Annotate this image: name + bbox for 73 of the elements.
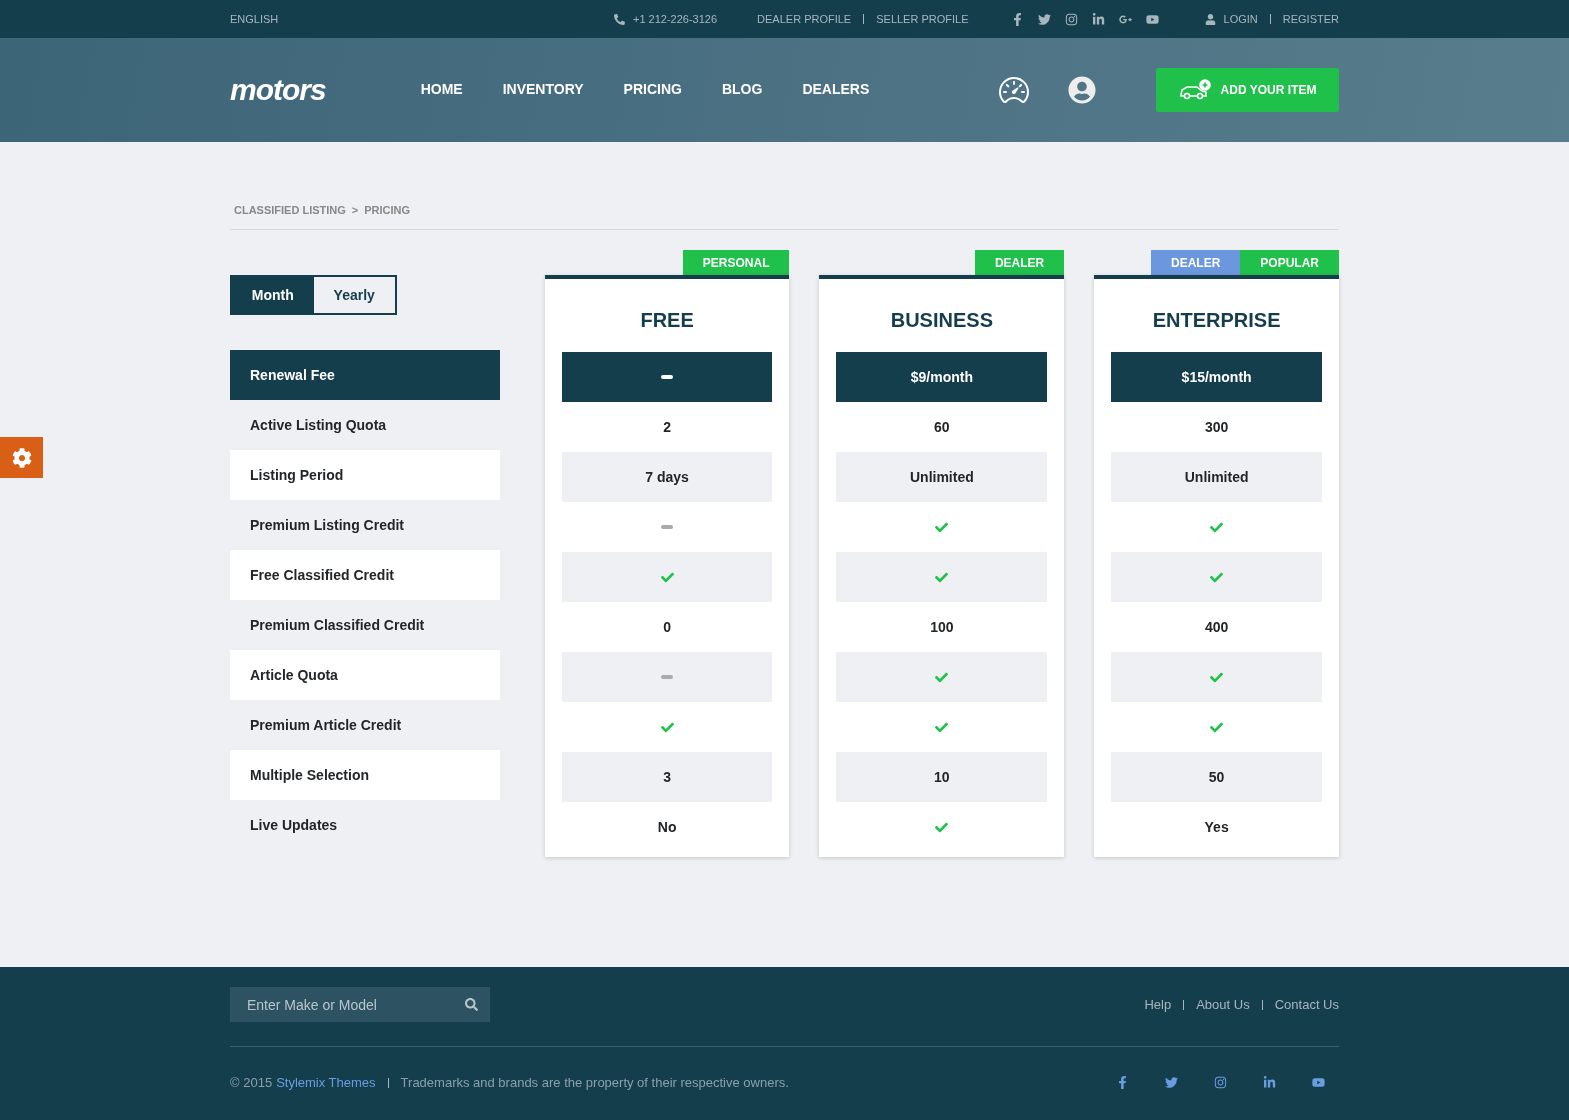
plan-value: Unlimited bbox=[1184, 469, 1249, 485]
facebook-icon[interactable] bbox=[1116, 1076, 1129, 1089]
plan-value: $9/month bbox=[910, 369, 973, 385]
plan-value: 300 bbox=[1204, 419, 1229, 435]
gear-icon bbox=[11, 447, 32, 468]
feature-label: Multiple Selection bbox=[230, 750, 500, 800]
brand-link[interactable]: Stylemix Themes bbox=[276, 1075, 376, 1090]
plan-tag: POPULAR bbox=[1240, 250, 1339, 275]
breadcrumb-separator: > bbox=[351, 204, 359, 216]
feature-label: Free Classified Credit bbox=[230, 550, 500, 600]
instagram-icon[interactable] bbox=[1064, 12, 1078, 26]
plan-value: 3 bbox=[663, 769, 671, 785]
plan-value: Unlimited bbox=[909, 469, 974, 485]
youtube-icon[interactable] bbox=[1312, 1076, 1325, 1089]
settings-button[interactable] bbox=[0, 437, 43, 478]
plan-value: No bbox=[657, 819, 677, 835]
search-field[interactable]: Enter Make or Model bbox=[230, 987, 490, 1022]
footer-link[interactable]: Help bbox=[1144, 997, 1172, 1012]
phone-number: +1 212-226-3126 bbox=[632, 13, 718, 25]
instagram-icon[interactable] bbox=[1214, 1076, 1227, 1089]
plan-name: ENTERPRISE bbox=[1151, 309, 1282, 332]
user-icon bbox=[1204, 13, 1216, 25]
nav-link[interactable]: HOME bbox=[420, 81, 463, 99]
phone-icon bbox=[613, 13, 625, 25]
plan-value: 7 days bbox=[645, 469, 689, 485]
plan-name: FREE bbox=[639, 309, 695, 332]
plan-value: 400 bbox=[1204, 619, 1229, 635]
feature-label: Premium Article Credit bbox=[249, 716, 403, 735]
plan-name: BUSINESS bbox=[889, 309, 994, 332]
feature-label: Premium Listing Credit bbox=[249, 516, 406, 535]
nav-link[interactable]: DEALERS bbox=[802, 81, 870, 99]
nav-link[interactable]: INVENTORY bbox=[502, 81, 584, 99]
linkedin-icon[interactable] bbox=[1263, 1076, 1276, 1089]
youtube-icon[interactable] bbox=[1145, 12, 1159, 26]
plan-tag: DEALER bbox=[974, 250, 1065, 275]
feature-header-row: Renewal Fee bbox=[230, 350, 500, 400]
plan-value: 100 bbox=[930, 619, 954, 635]
speedometer-icon[interactable] bbox=[998, 74, 1030, 106]
plan-value: 0 bbox=[663, 619, 671, 635]
search-icon[interactable] bbox=[465, 998, 478, 1011]
plan-value: 50 bbox=[1208, 769, 1225, 785]
plan-value: 10 bbox=[934, 769, 950, 785]
linkedin-icon[interactable] bbox=[1091, 12, 1105, 26]
profile-link[interactable]: DEALER PROFILE bbox=[757, 13, 852, 25]
language-label: ENGLISH bbox=[230, 13, 279, 25]
plan-tag: DEALER bbox=[1150, 250, 1241, 275]
logo[interactable]: motors bbox=[230, 73, 326, 107]
twitter-icon[interactable] bbox=[1037, 12, 1051, 26]
billing-toggle-button[interactable]: Month bbox=[232, 277, 314, 313]
plan-value: $15/month bbox=[1181, 369, 1252, 385]
account-link[interactable]: REGISTER bbox=[1282, 13, 1339, 25]
feature-label: Premium Classified Credit bbox=[249, 616, 426, 635]
account-link[interactable]: LOGIN bbox=[1223, 13, 1258, 25]
car-plus-icon bbox=[1178, 79, 1211, 101]
user-avatar-icon[interactable] bbox=[1068, 76, 1096, 104]
plan-value: 2 bbox=[663, 419, 671, 435]
footer-link[interactable]: About Us bbox=[1196, 997, 1250, 1012]
copyright-text: © 2015 bbox=[230, 1075, 273, 1090]
feature-label: Listing Period bbox=[230, 450, 500, 500]
trademark-notice: Trademarks and brands are the property of their respective owners. bbox=[400, 1075, 789, 1090]
profile-link[interactable]: SELLER PROFILE bbox=[876, 13, 969, 25]
breadcrumb-link[interactable]: CLASSIFIED LISTING bbox=[234, 204, 346, 216]
breadcrumb-link[interactable]: PRICING bbox=[364, 204, 411, 216]
twitter-icon[interactable] bbox=[1165, 1076, 1178, 1089]
feature-label: Live Updates bbox=[249, 816, 339, 835]
feature-label: Article Quota bbox=[230, 650, 500, 700]
feature-label: Active Listing Quota bbox=[249, 416, 388, 435]
plan-value: 60 bbox=[934, 419, 950, 435]
plan-value: Yes bbox=[1204, 819, 1229, 835]
nav-link[interactable]: PRICING bbox=[623, 81, 682, 99]
footer-link[interactable]: Contact Us bbox=[1274, 997, 1339, 1012]
plan-tag: PERSONAL bbox=[682, 250, 790, 275]
nav-link[interactable]: BLOG bbox=[721, 81, 763, 99]
